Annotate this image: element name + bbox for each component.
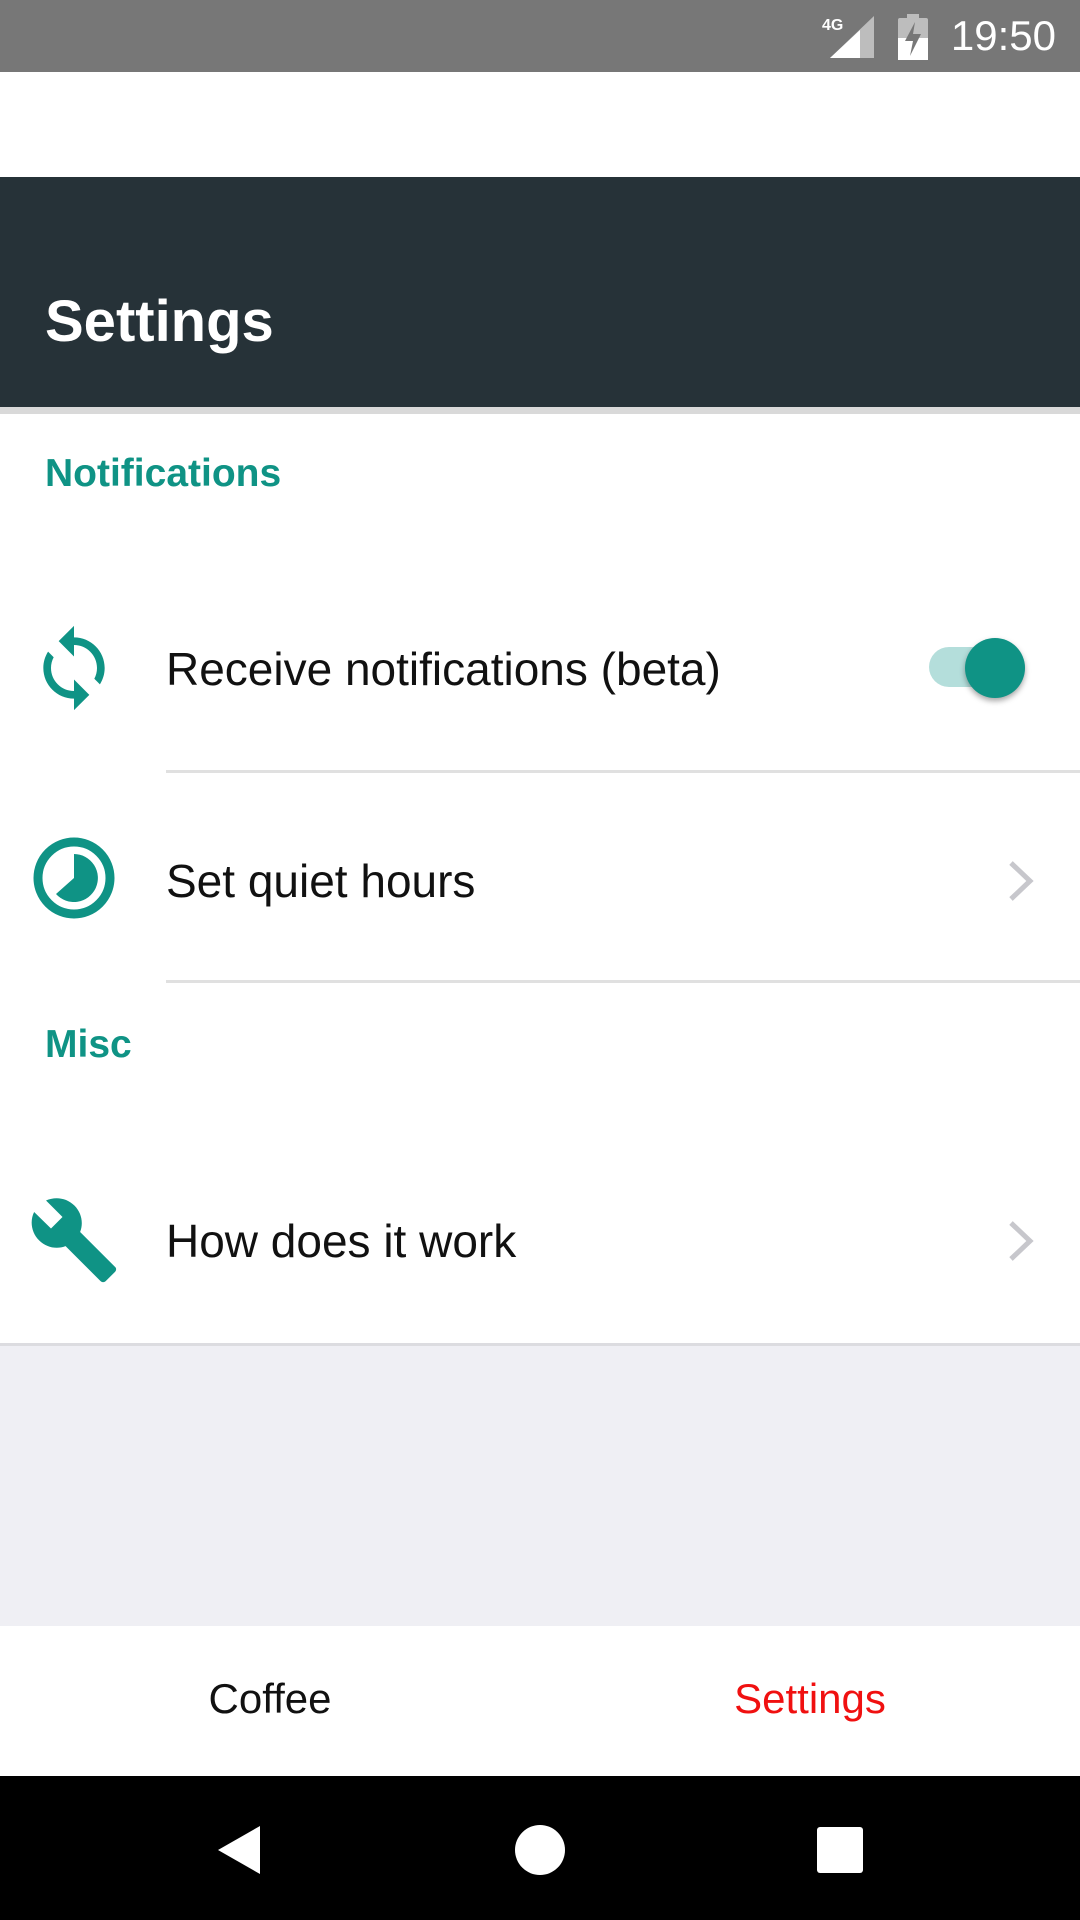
recents-icon[interactable] — [800, 1810, 880, 1890]
header-shadow — [0, 407, 1080, 414]
battery-charging-icon — [898, 14, 928, 60]
wrench-icon — [31, 1198, 117, 1283]
system-nav-bar — [0, 1776, 1080, 1920]
row-divider — [166, 770, 1080, 773]
chevron-right-icon — [1009, 1221, 1034, 1261]
section-header-misc: Misc — [45, 1023, 132, 1066]
network-type-label: 4G — [822, 17, 843, 34]
tab-settings[interactable]: Settings — [540, 1626, 1080, 1776]
notifications-toggle[interactable] — [925, 631, 1029, 701]
setting-row-how-it-works[interactable]: How does it work — [0, 1140, 1080, 1340]
empty-content-area — [0, 1346, 1080, 1626]
chevron-right-icon — [1009, 861, 1034, 901]
page-title: Settings — [45, 289, 274, 354]
app-header: Settings — [0, 177, 1080, 407]
bottom-tab-bar: Coffee Settings — [0, 1626, 1080, 1776]
toggle-thumb — [965, 638, 1025, 698]
setting-label-quiet-hours: Set quiet hours — [166, 855, 476, 907]
setting-row-quiet-hours[interactable]: Set quiet hours — [0, 778, 1080, 978]
status-bar: 4G 19:50 — [0, 0, 1080, 72]
tab-coffee[interactable]: Coffee — [0, 1626, 540, 1776]
tab-label-settings: Settings — [734, 1675, 886, 1722]
setting-label-how-it-works: How does it work — [166, 1215, 517, 1267]
clock-time: 19:50 — [950, 12, 1056, 59]
row-divider — [166, 980, 1080, 983]
tab-label-coffee: Coffee — [208, 1675, 332, 1722]
signal-4g-icon: 4G — [822, 16, 874, 58]
sync-icon — [43, 625, 105, 711]
setting-row-receive-notifications[interactable]: Receive notifications (beta) — [0, 568, 1080, 768]
home-icon[interactable] — [500, 1810, 580, 1890]
clock-icon — [33, 837, 115, 919]
section-header-notifications: Notifications — [45, 452, 282, 495]
back-icon[interactable] — [200, 1810, 280, 1890]
setting-label-receive-notifications: Receive notifications (beta) — [166, 643, 721, 695]
